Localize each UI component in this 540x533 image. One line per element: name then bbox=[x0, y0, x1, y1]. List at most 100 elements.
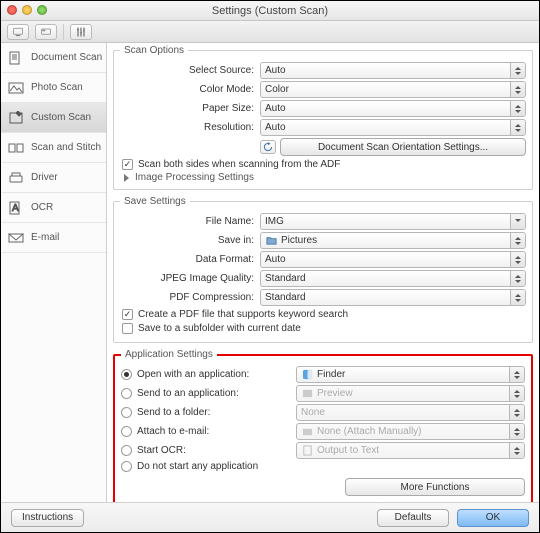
attach-email-dropdown: None (Attach Manually) bbox=[296, 423, 525, 440]
create-pdf-checkbox[interactable]: Create a PDF file that supports keyword … bbox=[122, 309, 526, 320]
scan-both-sides-checkbox[interactable]: Scan both sides when scanning from the A… bbox=[122, 159, 526, 170]
open-app-dropdown[interactable]: Finder bbox=[296, 366, 525, 383]
toolbar bbox=[1, 21, 539, 43]
resolution-dropdown[interactable]: Auto bbox=[260, 119, 526, 136]
minimize-icon[interactable] bbox=[22, 5, 32, 15]
toolbar-scan-from-computer-button[interactable] bbox=[7, 24, 29, 40]
file-name-input[interactable]: IMG bbox=[260, 213, 526, 230]
sidebar: Document Scan Photo Scan Custom Scan Sca… bbox=[1, 43, 107, 502]
radio-icon bbox=[121, 369, 132, 380]
content-pane: Scan Options Select Source:Auto Color Mo… bbox=[107, 43, 539, 502]
start-ocr-dropdown: Output to Text bbox=[296, 442, 525, 459]
ocr-icon: A bbox=[7, 201, 25, 215]
instructions-button[interactable]: Instructions bbox=[11, 509, 84, 527]
application-settings-legend: Application Settings bbox=[121, 349, 217, 360]
email-icon bbox=[7, 231, 25, 245]
save-in-label: Save in: bbox=[120, 235, 260, 246]
pdf-compression-dropdown[interactable]: Standard bbox=[260, 289, 526, 306]
send-folder-dropdown: None bbox=[296, 404, 525, 421]
chevron-updown-icon bbox=[510, 82, 525, 97]
sidebar-item-label: OCR bbox=[31, 202, 53, 213]
chevron-updown-icon bbox=[510, 271, 525, 286]
orientation-settings-button[interactable]: Document Scan Orientation Settings... bbox=[280, 138, 526, 156]
chevron-updown-icon bbox=[510, 233, 525, 248]
sidebar-item-label: Photo Scan bbox=[31, 82, 83, 93]
chevron-updown-icon bbox=[510, 252, 525, 267]
finder-icon bbox=[301, 369, 313, 381]
save-in-dropdown[interactable]: Pictures bbox=[260, 232, 526, 249]
send-app-radio[interactable]: Send to an application: bbox=[121, 388, 296, 399]
chevron-updown-icon bbox=[509, 443, 524, 458]
chevron-down-icon bbox=[510, 214, 525, 229]
image-processing-disclosure[interactable]: Image Processing Settings bbox=[124, 172, 526, 183]
radio-icon bbox=[121, 445, 132, 456]
jpeg-quality-dropdown[interactable]: Standard bbox=[260, 270, 526, 287]
window-controls bbox=[7, 5, 47, 15]
sidebar-item-driver[interactable]: Driver bbox=[1, 163, 106, 193]
document-icon bbox=[7, 51, 25, 65]
ok-button[interactable]: OK bbox=[457, 509, 529, 527]
paper-size-dropdown[interactable]: Auto bbox=[260, 100, 526, 117]
chevron-updown-icon bbox=[509, 386, 524, 401]
more-functions-button[interactable]: More Functions bbox=[345, 478, 525, 496]
sidebar-item-ocr[interactable]: A OCR bbox=[1, 193, 106, 223]
photo-icon bbox=[7, 81, 25, 95]
radio-icon bbox=[121, 461, 132, 472]
sidebar-item-label: E-mail bbox=[31, 232, 59, 243]
driver-icon bbox=[7, 171, 25, 185]
mail-icon bbox=[301, 426, 313, 438]
start-ocr-radio[interactable]: Start OCR: bbox=[121, 445, 296, 456]
paper-size-label: Paper Size: bbox=[120, 103, 260, 114]
send-folder-radio[interactable]: Send to a folder: bbox=[121, 407, 296, 418]
chevron-updown-icon bbox=[509, 424, 524, 439]
radio-icon bbox=[121, 426, 132, 437]
chevron-updown-icon bbox=[509, 367, 524, 382]
subfolder-checkbox[interactable]: Save to a subfolder with current date bbox=[122, 323, 526, 334]
do-not-start-radio[interactable]: Do not start any application bbox=[121, 461, 258, 472]
jpeg-quality-label: JPEG Image Quality: bbox=[120, 273, 260, 284]
svg-text:A: A bbox=[12, 203, 19, 214]
sidebar-item-photo-scan[interactable]: Photo Scan bbox=[1, 73, 106, 103]
folder-icon bbox=[265, 235, 277, 247]
attach-email-radio[interactable]: Attach to e-mail: bbox=[121, 426, 296, 437]
pdf-compression-label: PDF Compression: bbox=[120, 292, 260, 303]
scan-options-legend: Scan Options bbox=[120, 45, 188, 56]
checkbox-icon bbox=[122, 323, 133, 334]
titlebar: Settings (Custom Scan) bbox=[1, 1, 539, 21]
defaults-button[interactable]: Defaults bbox=[377, 509, 449, 527]
sidebar-item-label: Scan and Stitch bbox=[31, 142, 101, 153]
data-format-dropdown[interactable]: Auto bbox=[260, 251, 526, 268]
radio-icon bbox=[121, 388, 132, 399]
chevron-updown-icon bbox=[510, 101, 525, 116]
sidebar-item-email[interactable]: E-mail bbox=[1, 223, 106, 253]
save-settings-group: Save Settings File Name:IMG Save in:Pict… bbox=[113, 196, 533, 343]
stitch-icon bbox=[7, 141, 25, 155]
checkbox-icon bbox=[122, 159, 133, 170]
data-format-label: Data Format: bbox=[120, 254, 260, 265]
toolbar-scan-from-panel-button[interactable] bbox=[35, 24, 57, 40]
preview-icon bbox=[301, 388, 313, 400]
save-settings-legend: Save Settings bbox=[120, 196, 190, 207]
sidebar-item-label: Custom Scan bbox=[31, 112, 91, 123]
custom-icon bbox=[7, 111, 25, 125]
chevron-updown-icon bbox=[510, 120, 525, 135]
resolution-label: Resolution: bbox=[120, 122, 260, 133]
sidebar-item-custom-scan[interactable]: Custom Scan bbox=[1, 103, 106, 133]
open-app-radio[interactable]: Open with an application: bbox=[121, 369, 296, 380]
color-mode-dropdown[interactable]: Color bbox=[260, 81, 526, 98]
ocr-output-icon bbox=[301, 445, 313, 457]
chevron-updown-icon bbox=[510, 63, 525, 78]
close-icon[interactable] bbox=[7, 5, 17, 15]
toolbar-divider bbox=[63, 24, 64, 40]
zoom-icon[interactable] bbox=[37, 5, 47, 15]
select-source-label: Select Source: bbox=[120, 65, 260, 76]
footer: Instructions Defaults OK bbox=[1, 502, 539, 532]
sidebar-item-document-scan[interactable]: Document Scan bbox=[1, 43, 106, 73]
sidebar-item-scan-and-stitch[interactable]: Scan and Stitch bbox=[1, 133, 106, 163]
select-source-dropdown[interactable]: Auto bbox=[260, 62, 526, 79]
orientation-reset-button[interactable] bbox=[260, 140, 276, 154]
color-mode-label: Color Mode: bbox=[120, 84, 260, 95]
radio-icon bbox=[121, 407, 132, 418]
toolbar-general-settings-button[interactable] bbox=[70, 24, 92, 40]
triangle-right-icon bbox=[124, 174, 129, 182]
